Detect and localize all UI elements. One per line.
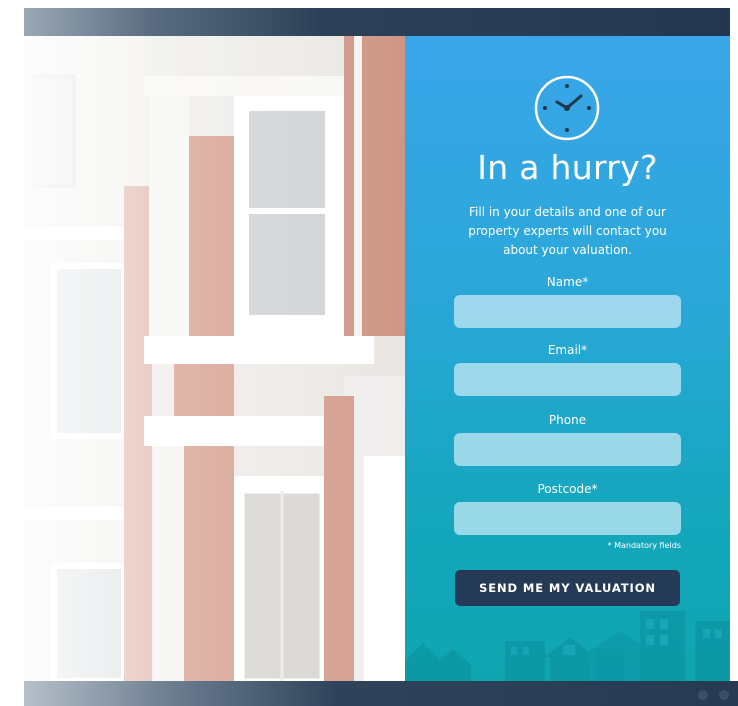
- page-frame: In a hurry? Fill in your details and one…: [0, 0, 738, 706]
- name-input[interactable]: [454, 295, 681, 328]
- valuation-form-panel: In a hurry? Fill in your details and one…: [405, 36, 730, 681]
- form-description: Fill in your details and one of our prop…: [468, 205, 667, 257]
- form-title: In a hurry?: [477, 148, 658, 187]
- carousel-dot[interactable]: [698, 690, 708, 700]
- postcode-label: Postcode*: [537, 482, 598, 496]
- bottom-bar: [24, 681, 738, 706]
- email-label: Email*: [547, 343, 588, 357]
- email-input[interactable]: [454, 363, 681, 396]
- phone-label: Phone: [548, 413, 587, 427]
- name-label: Name*: [546, 275, 589, 289]
- clock-icon: [534, 75, 600, 141]
- mandatory-fields-note: * Mandatory fields: [607, 541, 681, 550]
- carousel-dot[interactable]: [719, 690, 729, 700]
- top-bar: [24, 8, 730, 36]
- house-photo: [24, 36, 405, 681]
- skyline-decoration: [405, 611, 730, 681]
- phone-input[interactable]: [454, 433, 681, 466]
- postcode-input[interactable]: [454, 502, 681, 535]
- photo-haze-overlay: [24, 36, 405, 681]
